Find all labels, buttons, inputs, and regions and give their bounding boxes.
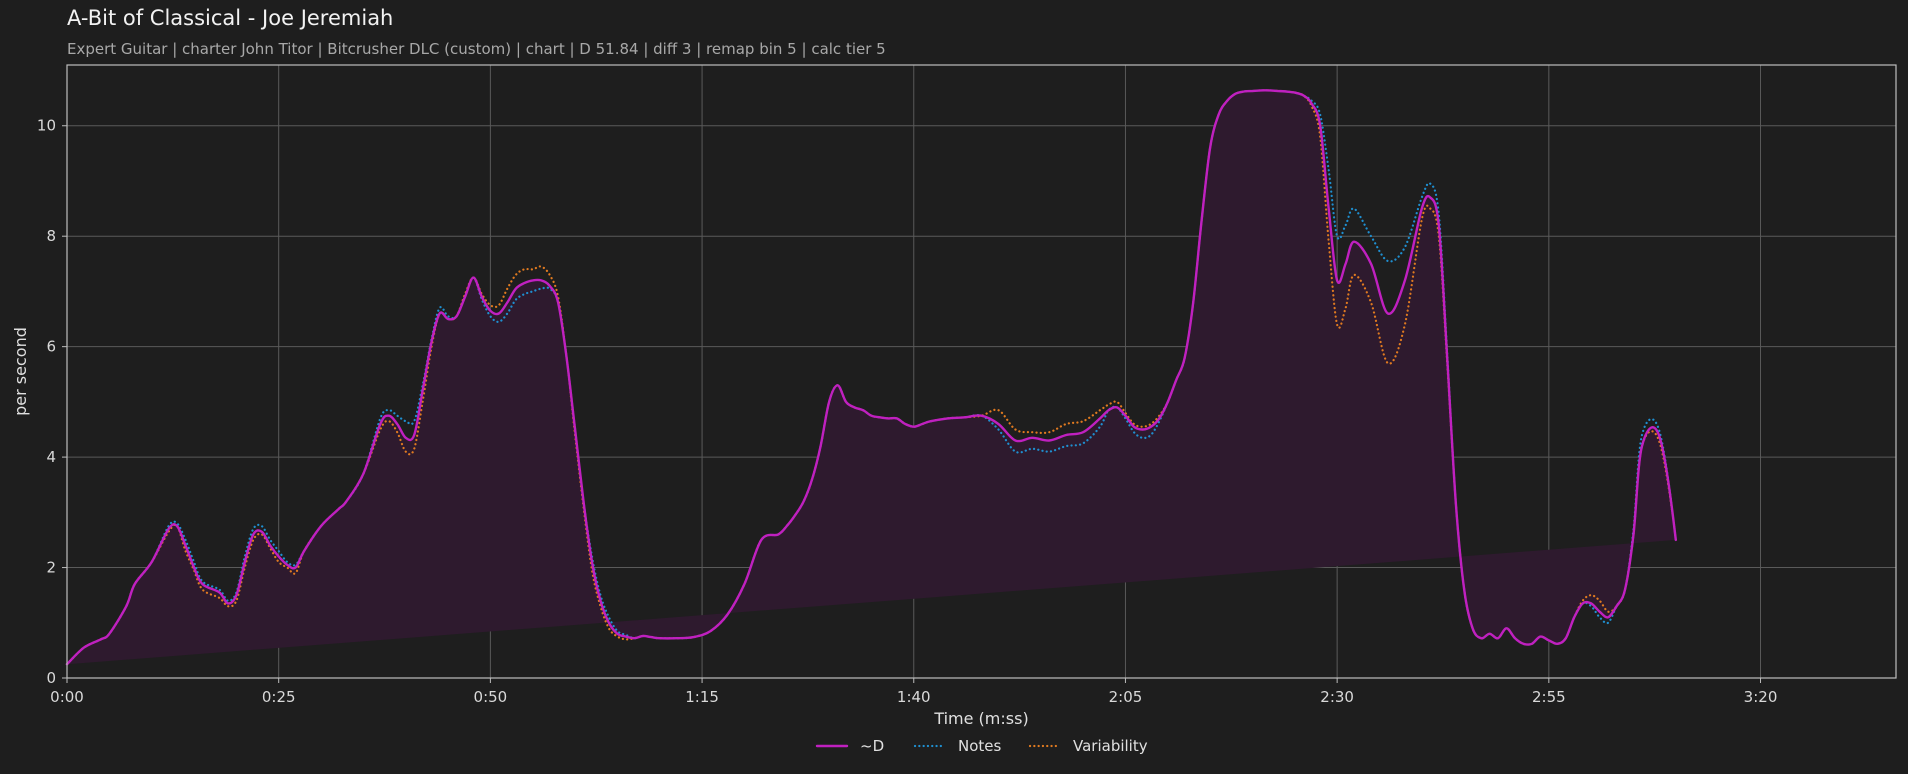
legend-label: Variability xyxy=(1073,737,1148,755)
x-axis-ticks: 0:00 0:25 0:50 1:15 1:40 2:05 2:30 2:55 3:20 xyxy=(50,678,1777,706)
y-tick-label: 0 xyxy=(46,669,56,687)
legend: ~D Notes Variability xyxy=(815,737,1148,755)
x-tick-label: 1:15 xyxy=(685,688,719,706)
x-tick-label: 1:40 xyxy=(897,688,931,706)
x-tick-label: 0:25 xyxy=(262,688,296,706)
y-tick-label: 10 xyxy=(37,117,56,135)
d-series-area-fill xyxy=(67,90,1676,665)
legend-label: Notes xyxy=(958,737,1002,755)
y-tick-label: 4 xyxy=(46,448,56,466)
x-axis-label: Time (m:ss) xyxy=(933,709,1028,728)
legend-label: ~D xyxy=(860,737,884,755)
x-tick-label: 3:20 xyxy=(1744,688,1778,706)
x-tick-label: 2:55 xyxy=(1532,688,1566,706)
y-axis-label: per second xyxy=(11,327,30,416)
x-tick-label: 2:05 xyxy=(1109,688,1143,706)
x-tick-label: 0:50 xyxy=(474,688,508,706)
line-chart: 0:00 0:25 0:50 1:15 1:40 2:05 2:30 2:55 3:20 0 2 4… xyxy=(11,64,1897,755)
x-tick-label: 0:00 xyxy=(50,688,84,706)
y-tick-label: 8 xyxy=(46,227,56,245)
y-tick-label: 6 xyxy=(46,338,56,356)
y-tick-label: 2 xyxy=(46,559,56,577)
x-tick-label: 2:30 xyxy=(1320,688,1354,706)
y-axis-ticks: 0 2 4 6 8 10 xyxy=(37,117,67,687)
